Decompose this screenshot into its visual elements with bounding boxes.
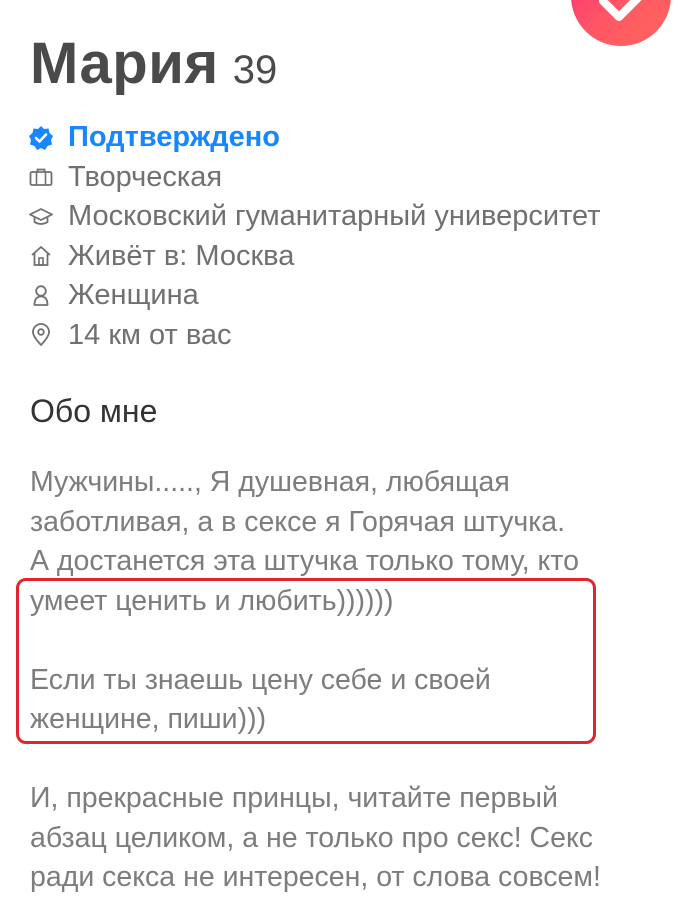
like-button[interactable] — [571, 0, 671, 46]
graduation-cap-icon — [28, 204, 54, 230]
bio-line: Мужчины....., Я душевная, любящая — [30, 466, 510, 498]
bio-line: А достанется эта штучка только тому, кто — [30, 545, 579, 577]
profile-name: Мария — [30, 31, 219, 96]
lives-row: Живёт в: Москва — [28, 237, 688, 277]
school-label: Московский гуманитарный университет — [68, 200, 601, 233]
verified-label: Подтверждено — [68, 121, 281, 154]
lives-label: Живёт в: Москва — [68, 239, 295, 272]
gender-label: Женщина — [68, 279, 199, 312]
school-row: Московский гуманитарный университет — [28, 197, 688, 237]
bio-line: заботливая, а в сексе я Горячая штучка. — [30, 505, 566, 538]
briefcase-icon — [28, 164, 54, 190]
distance-row: 14 км от вас — [28, 316, 688, 356]
gender-row: Женщина — [28, 276, 688, 316]
home-icon — [28, 243, 54, 269]
about-title: Обо мне — [30, 393, 158, 429]
distance-label: 14 км от вас — [68, 318, 232, 351]
job-label: Творческая — [68, 160, 223, 193]
profile-info: Подтверждено Творческая Московский гуман… — [28, 118, 688, 355]
person-icon — [28, 283, 54, 309]
verified-badge-icon — [28, 125, 54, 151]
checkmark-icon — [599, 0, 642, 21]
bio-line — [30, 740, 680, 780]
bio-line: ради секса не интересен, от слова совсем… — [30, 861, 601, 893]
bio-line: И, прекрасные принцы, читайте первый — [30, 782, 558, 814]
highlight-box — [16, 578, 596, 744]
job-row: Творческая — [28, 158, 688, 198]
verified-row: Подтверждено — [28, 118, 688, 158]
bio-line: абзац целиком, а не только про секс! Сек… — [30, 821, 594, 854]
profile-header: Мария 39 — [30, 30, 277, 97]
location-pin-icon — [28, 322, 54, 348]
profile-age: 39 — [232, 48, 278, 92]
